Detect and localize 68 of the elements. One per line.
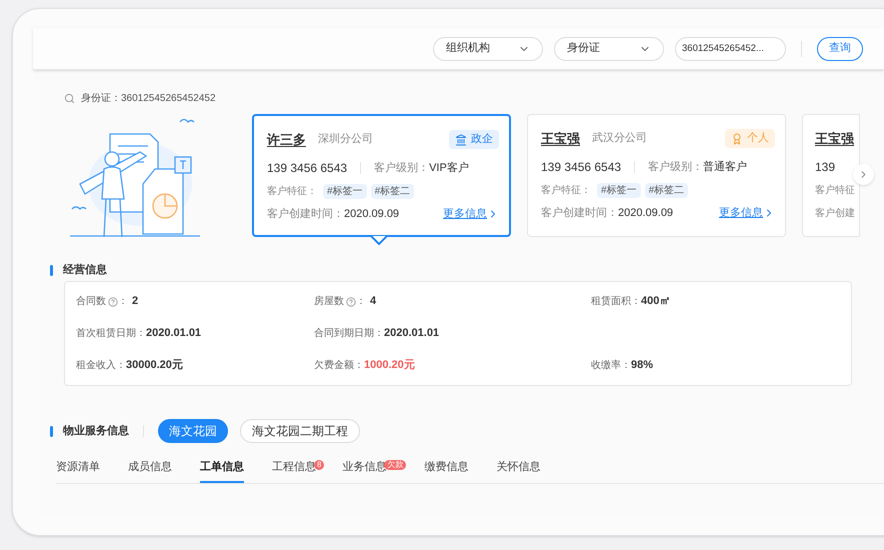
customer-type-tag: 政企: [449, 130, 499, 149]
created-time: 客户创建时间：2020.09.09: [541, 206, 674, 221]
search-icon: [64, 92, 75, 104]
select-field[interactable]: 身份证: [554, 36, 664, 60]
query-button[interactable]: 查询: [817, 36, 863, 60]
metric-value: 2020.01.01: [146, 326, 202, 342]
section-title: 物业服务信息: [63, 424, 129, 439]
phone-number: 139 3456 6543: [541, 159, 622, 176]
customer-card[interactable]: 王宝强 139 客户特征 客户创建: [802, 114, 860, 237]
customer-card[interactable]: 许三多 深圳分公司 政企 139 3456 6543 客户级别：VIP客户 客户特征： #标签一 #标签二 客户创建时间：2020.09.09 更多信息: [252, 114, 511, 237]
metric-value: 1000.20元: [364, 358, 415, 374]
info-tab[interactable]: 关怀信息: [496, 453, 540, 483]
feature-tag: #标签二: [644, 182, 688, 198]
customer-name[interactable]: 王宝强: [815, 128, 854, 148]
search-summary: 身份证：36012545265452452: [81, 92, 216, 106]
metric-label: 首次租赁日期：: [76, 326, 146, 341]
metric-value: 2: [132, 294, 138, 310]
feature-label: 客户特征：: [267, 184, 318, 198]
award-icon: [731, 132, 743, 144]
metric-label: 欠费金额：: [314, 358, 364, 373]
metric-value: 30000.20元: [126, 358, 183, 374]
feature-tag: #标签一: [323, 184, 367, 198]
more-info-link[interactable]: 更多信息: [719, 204, 775, 222]
metric-label: 合同到期日期：: [314, 326, 384, 341]
metric-value: 400㎡: [641, 294, 670, 310]
info-tab[interactable]: 成员信息: [128, 453, 172, 483]
tab-badge: 8: [314, 460, 324, 470]
metric-value: 2020.01.01: [384, 326, 440, 342]
id-input-field[interactable]: 36012545265452...: [675, 36, 786, 60]
metric-label: 租赁面积：: [591, 294, 641, 309]
pointer-arrow-icon: [371, 236, 387, 245]
customer-name[interactable]: 许三多: [267, 130, 306, 150]
next-arrow-button[interactable]: [853, 164, 874, 185]
metric-value: 4: [370, 294, 376, 310]
info-tab[interactable]: 资源清单: [56, 453, 100, 483]
branch-name: 深圳分公司: [318, 132, 373, 148]
metric-colon: ：: [356, 295, 366, 309]
phone-number: 139 3456 6543: [267, 160, 348, 177]
feature-tag: #标签一: [597, 182, 641, 198]
project-pill[interactable]: 海文花园二期工程: [240, 419, 360, 443]
customer-name[interactable]: 王宝强: [541, 128, 580, 148]
tab-badge: 欠款: [384, 460, 406, 470]
metric-label: 收缴率：: [591, 358, 631, 373]
building-icon: [455, 134, 467, 146]
feature-label: 客户特征：: [541, 184, 592, 198]
section-title: 经营信息: [63, 262, 107, 278]
customer-level: 客户级别：VIP客户: [374, 160, 469, 176]
metric-colon: ：: [118, 295, 128, 309]
metric-label: 合同数: [76, 295, 106, 309]
help-icon: [108, 296, 118, 306]
select-field[interactable]: 组织机构: [433, 36, 543, 60]
created-time: 客户创建: [815, 206, 856, 220]
metric-value: 98%: [631, 358, 654, 374]
feature-tag: #标签二: [370, 184, 414, 198]
branch-name: 武汉分公司: [592, 131, 647, 146]
more-info-link[interactable]: 更多信息: [443, 206, 499, 222]
info-tab[interactable]: 缴费信息: [424, 453, 468, 483]
metric-label: 房屋数: [314, 294, 344, 309]
help-icon: [346, 296, 356, 306]
info-tab[interactable]: 工单信息: [200, 453, 244, 483]
customer-level: 客户级别：普通客户: [648, 160, 748, 175]
customer-card[interactable]: 王宝强 武汉分公司 个人 139 3456 6543 客户级别：普通客户 客户特征： #标签一 #标签二 客户创建时间：2020.09.09 更多信息: [527, 114, 786, 237]
project-pill[interactable]: 海文花园: [158, 419, 228, 443]
metric-label: 租金收入：: [76, 358, 126, 373]
phone-number: 139: [815, 159, 836, 176]
feature-label: 客户特征: [815, 184, 856, 198]
created-time: 客户创建时间：2020.09.09: [267, 206, 400, 222]
customer-type-tag: 个人: [725, 129, 775, 148]
